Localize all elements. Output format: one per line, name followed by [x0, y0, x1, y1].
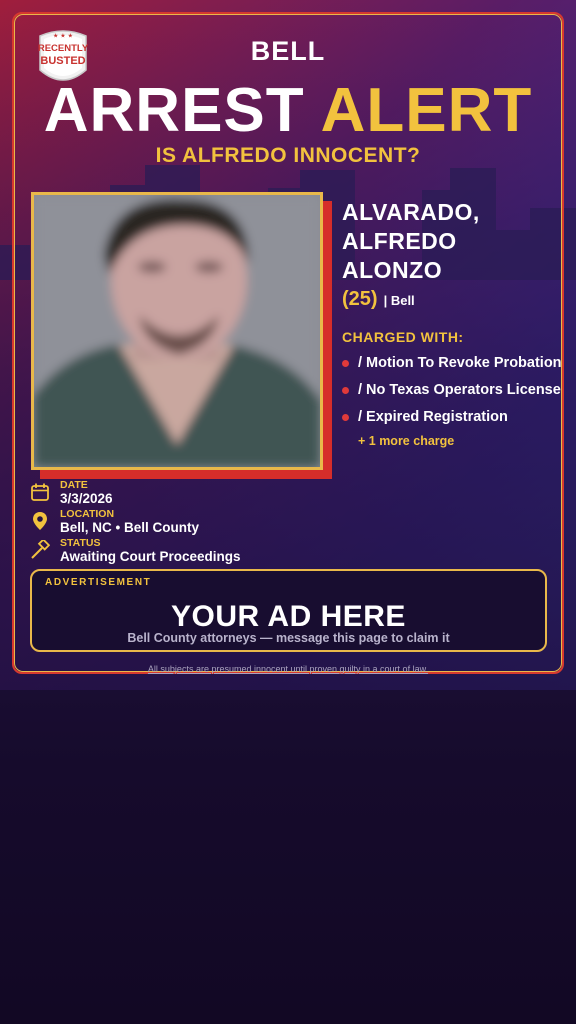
suspect-name-line1: ALVARADO, [342, 199, 480, 225]
suspect-age: (25) [342, 288, 378, 310]
charged-with-heading: CHARGED WITH: [342, 329, 464, 345]
headline-alert: ALERT [320, 76, 533, 145]
mugshot-image [34, 195, 320, 467]
more-charges-link[interactable]: + 1 more charge [358, 434, 562, 448]
suspect-name-line3: ALONZO [342, 257, 443, 283]
date-value: 3/3/2026 [60, 491, 113, 506]
charge-item: / Motion To Revoke Probation [342, 353, 562, 373]
charge-text: / Motion To Revoke Probation [358, 355, 562, 371]
headline: ARREST ALERT [0, 80, 576, 142]
bullet-dot-icon [342, 414, 349, 421]
location-row: LOCATION Bell, NC • Bell County [28, 509, 328, 538]
charge-text: / Expired Registration [358, 409, 508, 425]
location-label: LOCATION [60, 508, 115, 520]
calendar-icon [31, 483, 49, 501]
arrest-details: DATE 3/3/2026 LOCATION Bell, NC • Bell C… [28, 480, 328, 567]
charge-text: / No Texas Operators License [358, 382, 561, 398]
headline-arrest: ARREST [43, 76, 305, 145]
advertisement-label: ADVERTISEMENT [45, 577, 152, 588]
charges-list: / Motion To Revoke Probation / No Texas … [342, 353, 562, 427]
charge-item: / Expired Registration [342, 407, 562, 427]
advertisement-box[interactable]: ADVERTISEMENT YOUR AD HERE Bell County a… [30, 569, 547, 652]
suspect-city: | Bell [383, 293, 415, 308]
ad-subtitle: Bell County attorneys — message this pag… [127, 631, 450, 645]
location-value: Bell, NC • Bell County [60, 520, 199, 535]
date-row: DATE 3/3/2026 [28, 480, 328, 509]
date-label: DATE [60, 479, 88, 491]
map-pin-icon [33, 512, 47, 530]
status-value: Awaiting Court Proceedings [60, 549, 241, 564]
innocence-question: IS ALFREDO INNOCENT? [155, 144, 421, 167]
status-row: STATUS Awaiting Court Proceedings [28, 538, 328, 567]
bullet-dot-icon [342, 360, 349, 367]
legal-disclaimer: All subjects are presumed innocent until… [147, 664, 429, 674]
status-label: STATUS [60, 537, 101, 549]
mugshot-photo [31, 192, 323, 470]
suspect-info: ALVARADO, ALFREDO ALONZO (25) | Bell CHA… [342, 198, 562, 448]
charge-item: / No Texas Operators License [342, 380, 562, 400]
gavel-icon [31, 540, 50, 559]
suspect-name-line2: ALFREDO [342, 228, 457, 254]
ad-title: YOUR AD HERE [171, 600, 406, 633]
bullet-dot-icon [342, 387, 349, 394]
age-city-line: (25) | Bell [342, 288, 562, 311]
city-title: BELL [250, 36, 326, 66]
